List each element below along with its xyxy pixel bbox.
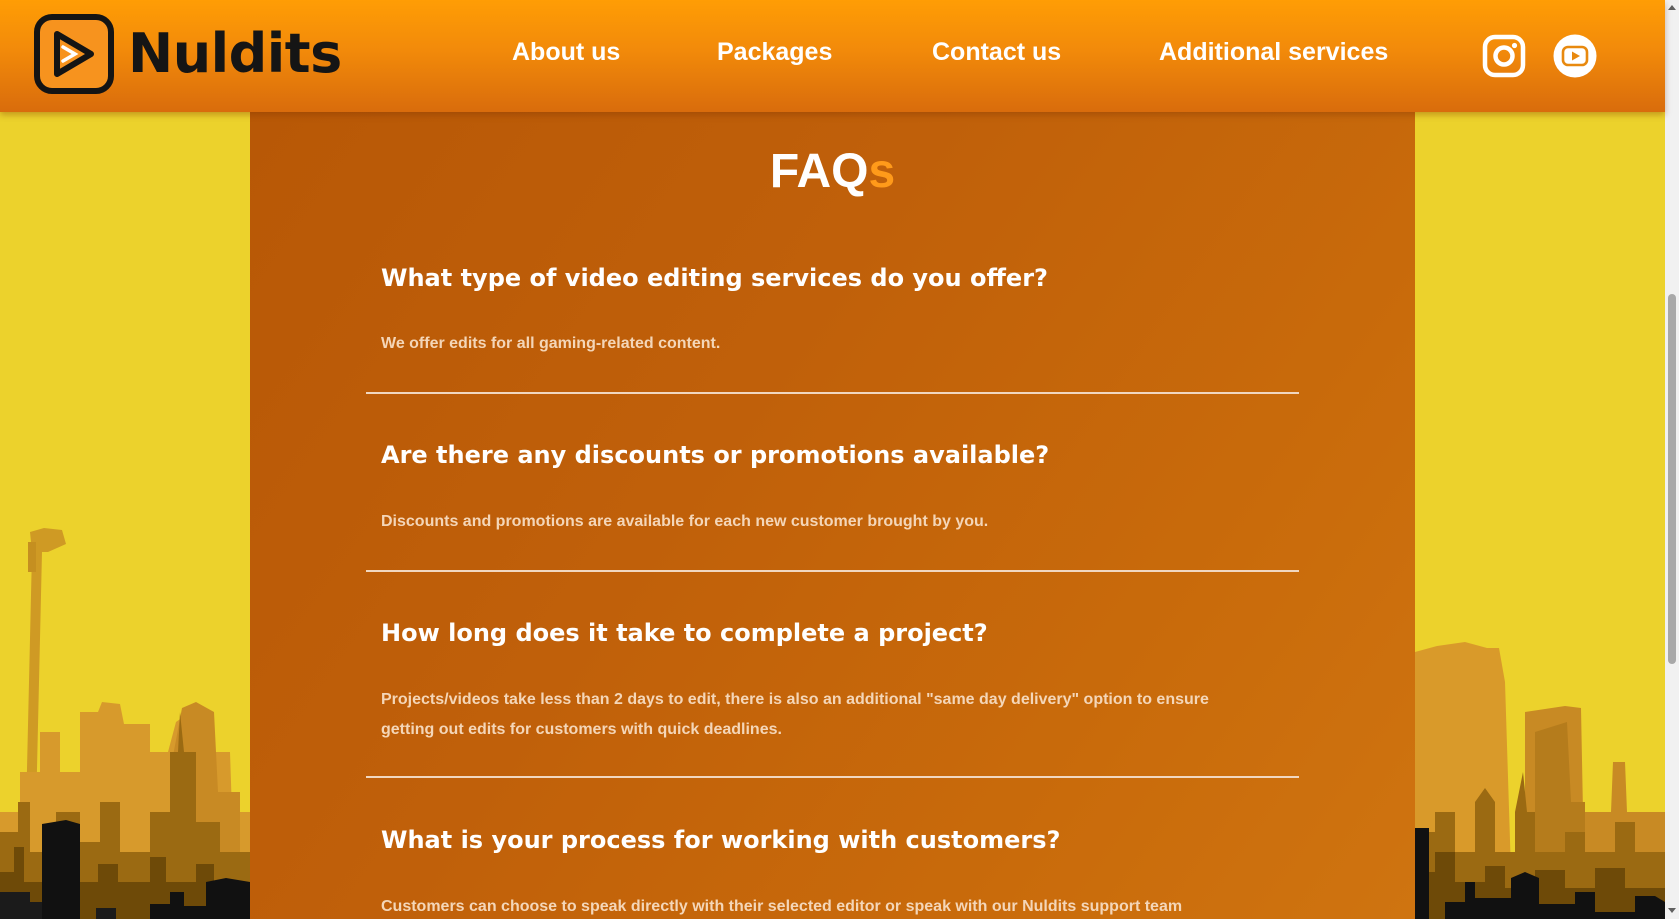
faq-answer: We offer edits for all gaming-related co… [381,335,721,352]
faq-question: Are there any discounts or promotions av… [381,441,1050,469]
faq-section: FAQs What type of video editing services… [250,112,1415,919]
faq-heading-accent: s [868,145,896,198]
faq-heading: FAQs [250,148,1415,196]
faq-question: How long does it take to complete a proj… [381,619,988,647]
faq-heading-main: FAQ [769,145,869,198]
right-skyline-illustration [1415,642,1665,919]
instagram-icon[interactable] [1482,34,1526,78]
site-header: Nuldits About us Packages Contact us Add… [0,0,1665,112]
faq-divider [366,570,1299,572]
brand-logo[interactable]: Nuldits [34,13,342,95]
faq-question: What is your process for working with cu… [381,826,1061,854]
scrollbar-thumb[interactable] [1668,294,1676,664]
left-skyline-background [0,112,250,919]
nav-packages[interactable]: Packages [717,38,832,67]
nav-contact-us[interactable]: Contact us [932,38,1061,67]
faq-answer: Discounts and promotions are available f… [381,513,989,530]
play-icon [34,14,114,94]
left-skyline-illustration [0,528,250,919]
faq-divider [366,776,1299,778]
nav-about-us[interactable]: About us [512,38,620,67]
right-skyline-background [1415,112,1665,919]
faq-divider [366,392,1299,394]
faq-answer: Customers can choose to speak directly w… [381,898,1183,915]
page-scrollbar[interactable] [1665,0,1679,919]
nav-additional-services[interactable]: Additional services [1159,38,1388,67]
scroll-up-arrow-icon[interactable] [1668,5,1676,10]
faq-question: What type of video editing services do y… [381,264,1048,292]
scroll-down-arrow-icon[interactable] [1668,908,1676,913]
brand-name: Nuldits [128,22,342,85]
faq-answer: Projects/videos take less than 2 days to… [381,691,1209,738]
youtube-icon[interactable] [1553,34,1597,78]
